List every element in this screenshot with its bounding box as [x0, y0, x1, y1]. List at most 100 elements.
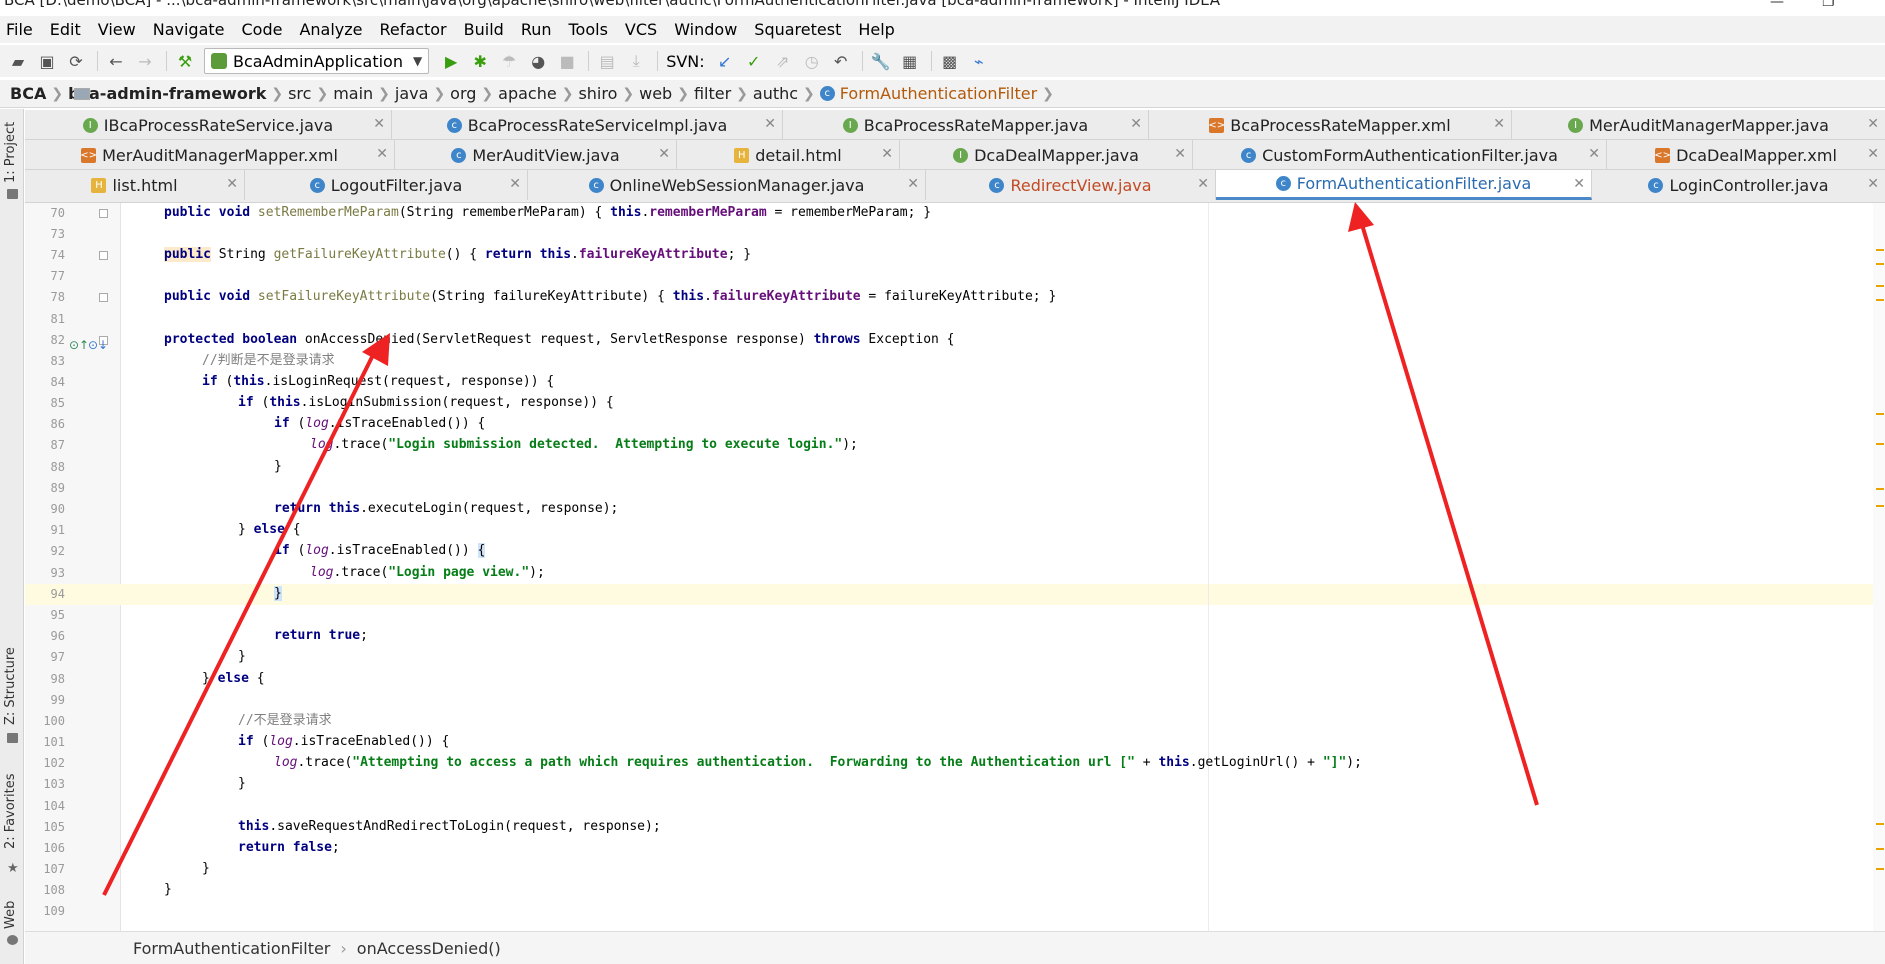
- fold-marker[interactable]: [99, 209, 108, 218]
- tab-bcaprocessratemapper-java[interactable]: I BcaProcessRateMapper.java ✕: [783, 110, 1149, 140]
- override-method-icon[interactable]: ⊙↑: [69, 338, 89, 352]
- tab-merauditview[interactable]: c MerAuditView.java ✕: [395, 140, 677, 170]
- maximize-icon[interactable]: ❐: [1822, 0, 1835, 10]
- tab-customformauthenticationfilter[interactable]: c CustomFormAuthenticationFilter.java ✕: [1193, 140, 1607, 170]
- stop-icon[interactable]: ■: [557, 51, 577, 71]
- code-editor[interactable]: 70 73 74 77 78 81 82 83 84 85 86 87 88 8…: [25, 203, 1885, 931]
- implemented-method-icon[interactable]: ⊙↓: [88, 338, 108, 352]
- tab-list-html[interactable]: Hlist.html ✕: [25, 170, 245, 200]
- class-crumb[interactable]: FormAuthenticationFilter: [133, 939, 330, 958]
- sdk-manager-icon[interactable]: ▩: [940, 51, 960, 71]
- menu-analyze[interactable]: Analyze: [299, 20, 362, 39]
- crumb-shiro[interactable]: shiro: [74, 84, 617, 103]
- crumb-java[interactable]: java: [74, 84, 428, 103]
- close-icon[interactable]: ✕: [881, 146, 893, 162]
- menu-vcs[interactable]: VCS: [625, 20, 657, 39]
- project-icon: [7, 189, 18, 199]
- close-icon[interactable]: ✕: [764, 116, 776, 132]
- close-icon[interactable]: ✕: [509, 176, 521, 192]
- debug-icon[interactable]: ✱: [470, 51, 490, 71]
- close-icon[interactable]: ✕: [1174, 146, 1186, 162]
- tab-formauthenticationfilter[interactable]: c FormAuthenticationFilter.java ✕: [1216, 170, 1592, 200]
- svn-history-icon[interactable]: ◷: [802, 51, 822, 71]
- svn-revert-icon[interactable]: ↶: [831, 51, 851, 71]
- vcs-update-icon[interactable]: ▤: [597, 51, 617, 71]
- tab-bcaprocessratemapper-xml[interactable]: <> BcaProcessRateMapper.xml ✕: [1149, 110, 1512, 140]
- close-icon[interactable]: ✕: [1867, 116, 1879, 132]
- menu-file[interactable]: File: [6, 20, 33, 39]
- crumb-filter[interactable]: filter: [74, 84, 731, 103]
- menu-window[interactable]: Window: [674, 20, 737, 39]
- vcs-commit-icon[interactable]: ⤓: [626, 51, 646, 71]
- crumb-main[interactable]: main: [74, 84, 373, 103]
- tab-bcaprocessrateserviceimpl[interactable]: c BcaProcessRateServiceImpl.java ✕: [392, 110, 783, 140]
- build-hammer-icon[interactable]: ⚒: [175, 51, 195, 71]
- svn-commit-icon[interactable]: ✓: [744, 51, 764, 71]
- menu-code[interactable]: Code: [242, 20, 283, 39]
- sync-icon[interactable]: ⟳: [66, 51, 86, 71]
- tab-dcadealmapper-java[interactable]: I DcaDealMapper.java ✕: [900, 140, 1193, 170]
- jrebel-icon[interactable]: ⌁: [969, 51, 989, 71]
- forward-icon[interactable]: →: [135, 51, 155, 71]
- tab-merauditmanagermapper-java[interactable]: I MerAuditManagerMapper.java ✕: [1512, 110, 1885, 140]
- tab-ibcaprocessrateservice[interactable]: I IBcaProcessRateService.java ✕: [25, 110, 392, 140]
- fold-marker[interactable]: [99, 251, 108, 260]
- coverage-icon[interactable]: ☂: [499, 51, 519, 71]
- tab-onlinewebsessionmanager[interactable]: c OnlineWebSessionManager.java ✕: [528, 170, 926, 200]
- menu-tools[interactable]: Tools: [569, 20, 608, 39]
- close-icon[interactable]: ✕: [1867, 176, 1879, 192]
- tab-redirectview[interactable]: c RedirectView.java ✕: [926, 170, 1216, 200]
- close-icon[interactable]: ✕: [1573, 176, 1585, 192]
- method-crumb[interactable]: onAccessDenied(): [357, 939, 501, 958]
- settings-wrench-icon[interactable]: 🔧: [871, 51, 891, 71]
- close-icon[interactable]: ✕: [658, 146, 670, 162]
- crumb-src[interactable]: src: [74, 84, 311, 103]
- left-tool-stripe: 1: Project Z: Structure 2: Favorites ★ W…: [0, 109, 24, 964]
- menu-edit[interactable]: Edit: [50, 20, 81, 39]
- menu-refactor[interactable]: Refactor: [380, 20, 447, 39]
- back-icon[interactable]: ←: [106, 51, 126, 71]
- minimize-icon[interactable]: —: [1770, 0, 1784, 10]
- crumb-class[interactable]: c FormAuthenticationFilter: [819, 84, 1037, 103]
- close-icon[interactable]: ✕: [907, 176, 919, 192]
- menu-run[interactable]: Run: [521, 20, 552, 39]
- run-configuration-select[interactable]: BcaAdminApplication ▼: [204, 48, 430, 74]
- menu-help[interactable]: Help: [858, 20, 894, 39]
- close-icon[interactable]: ✕: [376, 146, 388, 162]
- editor-scrollbar[interactable]: [1873, 203, 1885, 931]
- crumb-project[interactable]: BCA: [10, 84, 90, 103]
- crumb-apache[interactable]: apache: [74, 84, 557, 103]
- tab-logoutfilter[interactable]: c LogoutFilter.java ✕: [245, 170, 528, 200]
- crumb-org[interactable]: org: [74, 84, 476, 103]
- menu-navigate[interactable]: Navigate: [153, 20, 225, 39]
- menu-squaretest[interactable]: Squaretest: [754, 20, 841, 39]
- structure-tool-button[interactable]: Z: Structure: [3, 647, 18, 725]
- save-icon[interactable]: ▣: [37, 51, 57, 71]
- svn-update-icon[interactable]: ↙: [715, 51, 735, 71]
- project-tool-button[interactable]: 1: Project: [3, 122, 18, 183]
- project-structure-icon[interactable]: ▦: [900, 51, 920, 71]
- favorites-tool-button[interactable]: 2: Favorites: [3, 773, 18, 849]
- profile-icon[interactable]: ◕: [528, 51, 548, 71]
- menu-view[interactable]: View: [98, 20, 136, 39]
- run-icon[interactable]: ▶: [441, 51, 461, 71]
- menu-build[interactable]: Build: [464, 20, 504, 39]
- close-icon[interactable]: ✕: [373, 116, 385, 132]
- crumb-module[interactable]: bca-admin-framework: [68, 84, 266, 103]
- svn-compare-icon[interactable]: ⇗: [773, 51, 793, 71]
- tab-detail-html[interactable]: Hdetail.html ✕: [677, 140, 900, 170]
- close-icon[interactable]: ✕: [1493, 116, 1505, 132]
- crumb-web[interactable]: web: [74, 84, 672, 103]
- close-icon[interactable]: ✕: [1588, 146, 1600, 162]
- tab-merauditmanagermapper-xml[interactable]: <> MerAuditManagerMapper.xml ✕: [25, 140, 395, 170]
- close-icon[interactable]: ✕: [1197, 176, 1209, 192]
- close-icon[interactable]: ✕: [1867, 146, 1879, 162]
- open-folder-icon[interactable]: ▰: [8, 51, 28, 71]
- close-icon[interactable]: ✕: [226, 176, 238, 192]
- crumb-authc[interactable]: authc: [74, 84, 798, 103]
- tab-logincontroller[interactable]: c LoginController.java ✕: [1592, 170, 1885, 200]
- close-icon[interactable]: ✕: [1130, 116, 1142, 132]
- web-tool-button[interactable]: Web: [3, 901, 18, 929]
- fold-marker[interactable]: [99, 293, 108, 302]
- tab-dcadealmapper-xml[interactable]: <> DcaDealMapper.xml ✕: [1607, 140, 1885, 170]
